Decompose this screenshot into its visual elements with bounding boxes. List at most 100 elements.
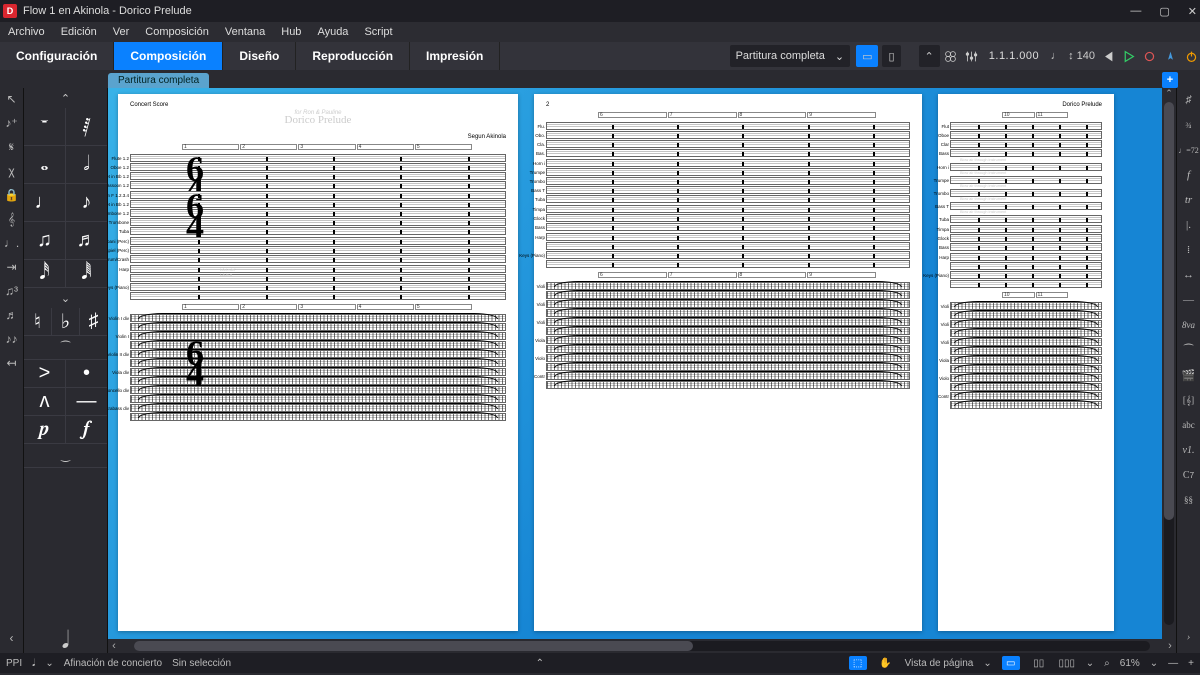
minimize-button[interactable]: — <box>1130 5 1141 18</box>
zoom-in-button[interactable]: + <box>1188 658 1194 669</box>
menu-script[interactable]: Script <box>364 26 392 38</box>
note-128th[interactable]: 𝅘𝅥𝅱 <box>66 260 107 287</box>
scroll-left-icon[interactable]: ‹ <box>108 640 120 652</box>
transport-collapse[interactable]: ⌃ <box>919 45 940 67</box>
mode-composicion[interactable]: Composición <box>114 42 223 70</box>
chevron-down-icon[interactable]: ⌄ <box>1150 658 1158 669</box>
note-thirtysecond[interactable]: ♬ <box>66 222 107 259</box>
menu-composicion[interactable]: Composición <box>145 26 209 38</box>
note-whole[interactable]: 𝅝 <box>24 146 66 183</box>
layout-selector[interactable]: Partitura completa ⌄ <box>730 45 850 67</box>
marquee-tool-button[interactable]: ⬚ <box>849 656 867 670</box>
key-sig-icon[interactable]: ♯ <box>1180 92 1198 108</box>
vertical-scrollbar[interactable]: ⌃ <box>1162 88 1176 639</box>
scroll-right-icon[interactable]: › <box>1164 640 1176 652</box>
view-spread-button[interactable]: ▯▯ <box>1030 656 1048 670</box>
artic-tenuto[interactable]: — <box>66 388 107 415</box>
ornaments-icon[interactable]: tr <box>1180 192 1198 208</box>
rest-breve[interactable]: 𝄻 <box>24 108 66 145</box>
power-button[interactable] <box>1182 47 1200 65</box>
mixer-icon[interactable] <box>963 47 981 65</box>
note-panel-up[interactable]: ⌃ <box>24 88 107 108</box>
scroll-up-icon[interactable]: ⌃ <box>1162 88 1176 100</box>
note-sixteenth[interactable]: ♫ <box>24 222 66 259</box>
video-panel-icon[interactable]: 🎬 <box>1180 367 1198 383</box>
beam-tool-icon[interactable]: ↤ <box>4 356 20 370</box>
lock-tool-icon[interactable]: 🔒 <box>4 188 20 202</box>
artic-accent[interactable]: > <box>24 360 66 387</box>
tuplet-tool-icon[interactable]: ♫³ <box>4 284 20 298</box>
time-sig-icon[interactable]: ¾ <box>1180 117 1198 133</box>
note-panel-down[interactable]: ⌄ <box>24 288 107 308</box>
artic-stress[interactable]: 𝆑 <box>66 416 107 443</box>
left-panel-collapse[interactable]: ‹ <box>4 631 20 645</box>
fingering-icon[interactable]: v1. <box>1180 442 1198 458</box>
rewind-button[interactable] <box>1098 47 1116 65</box>
tempo-icon[interactable]: ♩=72 <box>1180 142 1198 158</box>
status-view-mode[interactable]: Vista de página <box>905 658 974 669</box>
menu-edicion[interactable]: Edición <box>61 26 97 38</box>
mode-impresion[interactable]: Impresión <box>410 42 500 70</box>
menu-hub[interactable]: Hub <box>281 26 301 38</box>
note-half[interactable]: 𝅗𝅥 <box>66 146 107 183</box>
play-button[interactable] <box>1119 47 1137 65</box>
rest-whole[interactable]: 𝅁 <box>66 108 107 145</box>
score-viewport[interactable]: Concert Score for Ron & Pauline Dorico P… <box>108 88 1176 653</box>
select-tool-icon[interactable]: ↖ <box>4 92 20 106</box>
acc-sharp[interactable]: ♯ <box>80 308 107 335</box>
insert-tool-icon[interactable]: 𝄋 <box>4 140 20 154</box>
slur-button[interactable]: ‿ <box>24 444 107 468</box>
artic-staccatissimo[interactable]: 𝆏 <box>24 416 66 443</box>
cue-tool-icon[interactable]: ♪♪ <box>4 332 20 346</box>
clef-tool-icon[interactable]: 𝄞 <box>4 212 20 226</box>
video-icon[interactable] <box>942 47 960 65</box>
mode-configuracion[interactable]: Configuración <box>0 42 114 70</box>
cues-icon[interactable]: [𝄞] <box>1180 392 1198 408</box>
holds-icon[interactable]: ⁞ <box>1180 242 1198 258</box>
hand-tool-button[interactable]: ✋ <box>877 656 895 670</box>
dynamics-icon[interactable]: f <box>1180 167 1198 183</box>
artic-staccato[interactable]: • <box>66 360 107 387</box>
ledger-tool-icon[interactable]: ⇥ <box>4 260 20 274</box>
close-button[interactable]: ✕ <box>1188 5 1197 18</box>
playing-tech-icon[interactable]: ↔ <box>1180 267 1198 283</box>
acc-flat[interactable]: ♭ <box>52 308 80 335</box>
note-sixtyfourth[interactable]: 𝅘𝅥𝅰 <box>24 260 66 287</box>
maximize-button[interactable]: ▢ <box>1159 5 1169 18</box>
note-input-tool-icon[interactable]: ♪⁺ <box>4 116 20 130</box>
view-single-button[interactable]: ▭ <box>1002 656 1020 670</box>
grace-tool-icon[interactable]: ♬ <box>4 308 20 322</box>
chevron-down-icon[interactable]: ⌄ <box>983 658 991 669</box>
zoom-out-button[interactable]: — <box>1168 658 1178 669</box>
vscroll-thumb[interactable] <box>1164 102 1174 520</box>
layout-pages-button[interactable]: ▯ <box>882 45 900 67</box>
menu-ver[interactable]: Ver <box>113 26 130 38</box>
status-center-chevron[interactable]: ⌃ <box>536 658 544 669</box>
view-multi-button[interactable]: ▯▯▯ <box>1058 656 1076 670</box>
lines-icon[interactable]: — <box>1180 292 1198 308</box>
galley-page-toggle[interactable]: ▭ <box>856 45 878 67</box>
tab-partitura-completa[interactable]: Partitura completa <box>108 73 209 88</box>
tie-button[interactable]: ⁀ <box>24 336 107 360</box>
hscroll-thumb[interactable] <box>134 641 693 651</box>
horizontal-scrollbar[interactable]: ‹ › <box>108 639 1176 653</box>
slur-icon[interactable]: ⁀ <box>1180 342 1198 358</box>
barline-icon[interactable]: |. <box>1180 217 1198 233</box>
add-tab-button[interactable]: + <box>1162 72 1178 88</box>
status-grid-icon[interactable]: ⌄ <box>45 658 53 669</box>
artic-marcato[interactable]: ʌ <box>24 388 66 415</box>
menu-ayuda[interactable]: Ayuda <box>317 26 348 38</box>
acc-natural[interactable]: ♮ <box>24 308 52 335</box>
chords-icon[interactable]: C7 <box>1180 467 1198 483</box>
right-panel-collapse[interactable]: › <box>1180 629 1198 645</box>
rehearsal-icon[interactable]: §§ <box>1180 492 1198 508</box>
note-eighth[interactable]: ♪ <box>66 184 107 221</box>
dot-tool-icon[interactable]: ♩. <box>4 236 20 250</box>
octave-icon[interactable]: 8va <box>1180 317 1198 333</box>
mode-reproduccion[interactable]: Reproducción <box>296 42 410 70</box>
record-button[interactable] <box>1140 47 1158 65</box>
note-quarter[interactable]: ♩ <box>24 184 66 221</box>
click-button[interactable] <box>1161 47 1179 65</box>
scissors-tool-icon[interactable]: χ <box>4 164 20 178</box>
chevron-down-icon[interactable]: ⌄ <box>1086 658 1094 669</box>
